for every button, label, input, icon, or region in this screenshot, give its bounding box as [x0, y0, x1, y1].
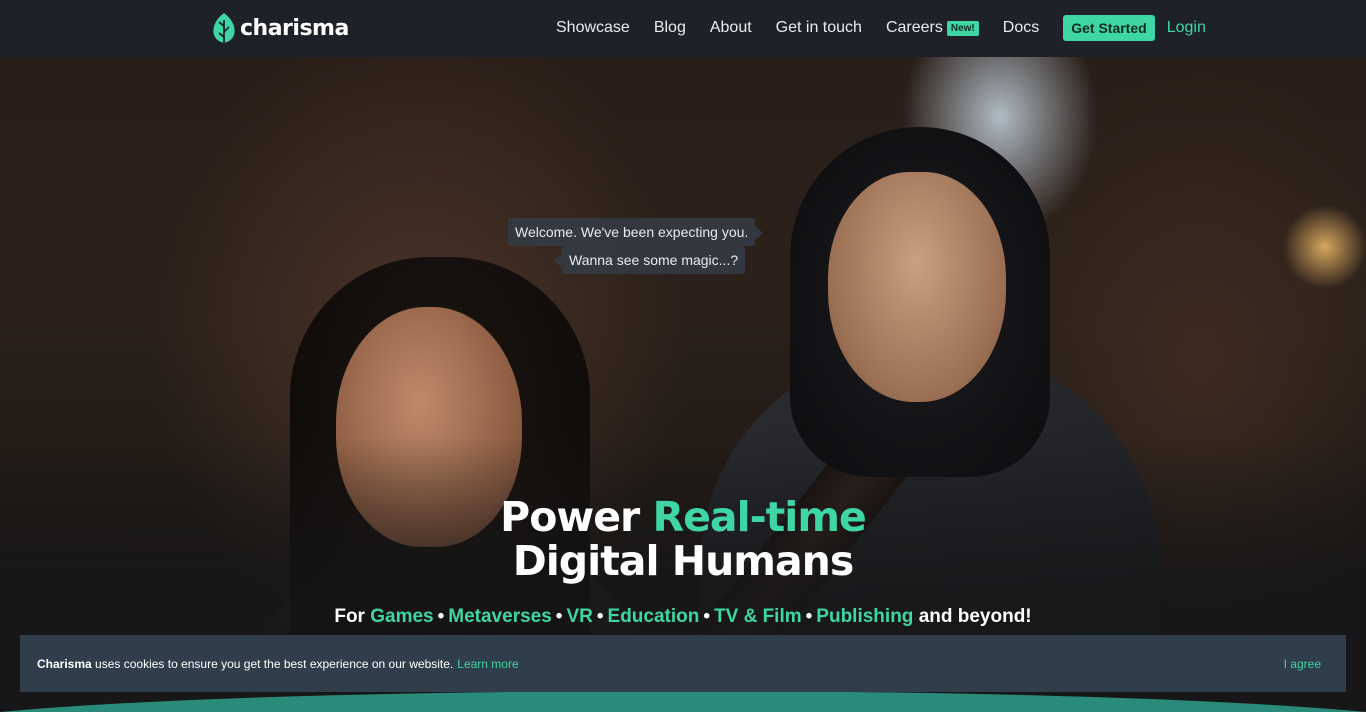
nav-link-get-in-touch[interactable]: Get in touch: [776, 19, 862, 37]
leaf-logo-icon: [213, 13, 235, 43]
separator-dot: •: [596, 606, 604, 627]
nav-link-showcase[interactable]: Showcase: [556, 19, 630, 37]
nav-careers-group: Careers New!: [886, 19, 979, 37]
subline-item-publishing: Publishing: [816, 606, 914, 627]
top-navbar: charisma Showcase Blog About Get in touc…: [0, 0, 1366, 57]
nav-link-about[interactable]: About: [710, 19, 752, 37]
nav-link-careers[interactable]: Careers: [886, 19, 943, 37]
separator-dot: •: [805, 606, 813, 627]
subline-item-metaverses: Metaverses: [448, 606, 552, 627]
separator-dot: •: [703, 606, 711, 627]
subline-item-vr: VR: [566, 606, 593, 627]
separator-dot: •: [437, 606, 445, 627]
brand-logo[interactable]: charisma: [211, 12, 349, 45]
subline-item-education: Education: [607, 606, 700, 627]
cookie-learn-more-link[interactable]: Learn more: [457, 657, 518, 671]
subline-item-tv-film: TV & Film: [714, 606, 802, 627]
login-link[interactable]: Login: [1167, 19, 1206, 37]
subline-item-games: Games: [370, 606, 434, 627]
headline-accent: Real-time: [652, 493, 867, 541]
speech-bubble-magic: Wanna see some magic...?: [553, 246, 746, 274]
cookie-consent-bar: Charisma uses cookies to ensure you get …: [20, 635, 1346, 692]
speech-bubble-welcome: Welcome. We've been expecting you.: [508, 218, 764, 246]
headline-line-2: Digital Humans: [512, 537, 855, 585]
hero-subheadline: For Games • Metaverses • VR • Education • TV & F…: [0, 606, 1366, 628]
get-started-button[interactable]: Get Started: [1063, 15, 1155, 41]
separator-dot: •: [555, 606, 563, 627]
headline-prefix: Power: [500, 493, 640, 541]
subline-prefix: For: [334, 606, 365, 627]
subline-suffix: and beyond!: [918, 606, 1032, 627]
hero-headline: Power Real-time Digital Humans: [0, 495, 1366, 583]
cookie-brand: Charisma: [37, 656, 92, 671]
cookie-message: Charisma uses cookies to ensure you get …: [37, 657, 453, 671]
hero-man-face: [828, 172, 1006, 402]
new-badge: New!: [946, 20, 979, 36]
nav-links: Showcase Blog About Get in touch Careers…: [556, 15, 1206, 41]
cookie-agree-button[interactable]: I agree: [1284, 657, 1321, 671]
cookie-text: uses cookies to ensure you get the best …: [91, 656, 454, 671]
brand-name: charisma: [240, 16, 349, 41]
nav-link-blog[interactable]: Blog: [654, 19, 686, 37]
nav-link-docs[interactable]: Docs: [1003, 19, 1039, 37]
